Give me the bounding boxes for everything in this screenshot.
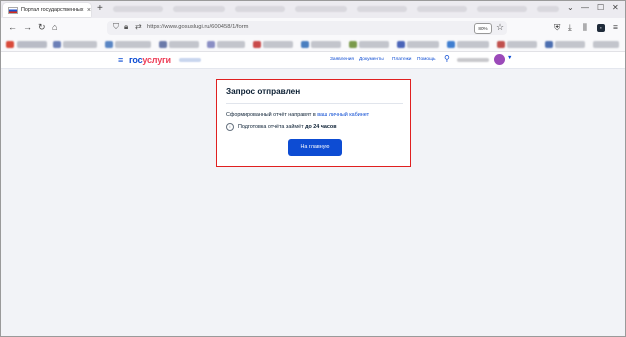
bookmarks-bar (1, 38, 625, 52)
browser-window: Портал государственных усл × + ⌄ — ☐ ✕ ←… (0, 0, 626, 337)
chevron-down-icon[interactable]: ▼ (507, 55, 512, 61)
pocket-icon[interactable]: ⛨ (554, 22, 560, 33)
minimize-icon[interactable]: — (581, 3, 589, 12)
clock-icon: i (226, 123, 234, 131)
lock-icon[interactable]: 🔒︎ (124, 22, 128, 32)
bookmark-item[interactable] (407, 41, 439, 48)
bookmark-item[interactable] (301, 41, 309, 48)
bookmark-item[interactable] (217, 41, 245, 48)
blurred-tab[interactable] (357, 6, 407, 12)
bookmark-item[interactable] (105, 41, 113, 48)
blurred-tab[interactable] (113, 6, 163, 12)
request-sent-card: Запрос отправлен Сформированный отчёт на… (216, 79, 411, 167)
bookmark-item[interactable] (207, 41, 215, 48)
extension-icon[interactable]: ▪ (597, 24, 605, 32)
reload-icon[interactable]: ↻ (38, 22, 46, 33)
tab-list-icon[interactable]: ⌄ (567, 3, 574, 12)
go-home-button[interactable]: На главную (288, 139, 342, 156)
tab-close-icon[interactable]: × (87, 7, 91, 14)
downloads-icon[interactable]: ⤓ (568, 22, 572, 33)
bookmark-star-icon[interactable]: ☆ (496, 22, 504, 33)
bookmark-item[interactable] (53, 41, 61, 48)
new-tab-button[interactable]: + (97, 3, 103, 15)
bookmark-item[interactable] (159, 41, 167, 48)
russian-flag-favicon-icon (8, 6, 18, 14)
blurred-tab[interactable] (235, 6, 285, 12)
bookmark-item[interactable] (253, 41, 261, 48)
bookmark-item[interactable] (555, 41, 585, 48)
nav-link-help[interactable]: Помощь (417, 57, 436, 62)
blurred-tab[interactable] (477, 6, 527, 12)
bookmark-item[interactable] (397, 41, 405, 48)
site-header: ≡ госуслуги Заявления Документы Платежи … (1, 52, 625, 69)
bookmark-item[interactable] (507, 41, 537, 48)
bookmark-item[interactable] (545, 41, 553, 48)
personal-cabinet-link[interactable]: ваш личный кабинет (317, 112, 369, 118)
nav-link-payments[interactable]: Платежи (392, 57, 411, 62)
forward-icon[interactable]: → (23, 22, 32, 33)
bookmark-item[interactable] (359, 41, 389, 48)
nav-link-documents[interactable]: Документы (359, 57, 384, 62)
user-name[interactable] (457, 58, 489, 62)
bookmark-item[interactable] (6, 41, 14, 48)
tab-gosuslugi[interactable]: Портал государственных усл × (3, 3, 91, 17)
permissions-icon[interactable]: ⇄ (135, 22, 142, 31)
report-destination-text: Сформированный отчёт направят в ваш личн… (226, 112, 370, 118)
library-icon[interactable]: ⫼ (583, 22, 587, 33)
bookmark-item[interactable] (497, 41, 505, 48)
region-selector[interactable] (179, 58, 201, 62)
bookmark-item[interactable] (17, 41, 47, 48)
home-icon[interactable]: ⌂ (52, 22, 57, 33)
bookmark-item[interactable] (447, 41, 455, 48)
hamburger-menu-icon[interactable]: ≡ (118, 56, 123, 65)
maximize-icon[interactable]: ☐ (597, 3, 604, 12)
blurred-tab[interactable] (417, 6, 467, 12)
bookmark-item[interactable] (263, 41, 293, 48)
search-icon[interactable]: ⚲ (444, 54, 450, 63)
shield-icon[interactable]: ⛉ (113, 22, 119, 32)
blurred-tab[interactable] (295, 6, 347, 12)
page-title: Запрос отправлен (226, 87, 301, 96)
divider (226, 103, 403, 104)
tab-title: Портал государственных усл (21, 7, 85, 13)
navigation-bar: ← → ↻ ⌂ ⛉ 🔒︎ ⇄ https://www.gosuslugi.ru/… (1, 18, 625, 38)
bookmark-item[interactable] (593, 41, 619, 48)
avatar[interactable] (494, 54, 505, 65)
gosuslugi-logo[interactable]: госуслуги (129, 55, 171, 65)
blurred-tab[interactable] (537, 6, 559, 12)
preparation-time-text: Подготовка отчёта займёт до 24 часов (238, 124, 337, 130)
bookmark-item[interactable] (63, 41, 97, 48)
preparation-time-value: до 24 часов (305, 124, 337, 130)
bookmark-item[interactable] (311, 41, 341, 48)
menu-icon[interactable]: ≡ (613, 22, 618, 32)
nav-link-applications[interactable]: Заявления (330, 57, 354, 62)
blurred-tab[interactable] (173, 6, 225, 12)
url-bar[interactable]: ⛉ 🔒︎ ⇄ https://www.gosuslugi.ru/600458/1… (107, 21, 507, 35)
bookmark-item[interactable] (349, 41, 357, 48)
zoom-level[interactable]: 80% (474, 23, 492, 34)
close-window-icon[interactable]: ✕ (612, 3, 619, 12)
bookmark-item[interactable] (457, 41, 489, 48)
tab-strip: Портал государственных усл × + ⌄ — ☐ ✕ (1, 1, 625, 18)
bookmark-item[interactable] (115, 41, 151, 48)
url-text[interactable]: https://www.gosuslugi.ru/600458/1/form (147, 24, 249, 30)
back-icon[interactable]: ← (8, 22, 17, 33)
bookmark-item[interactable] (169, 41, 199, 48)
